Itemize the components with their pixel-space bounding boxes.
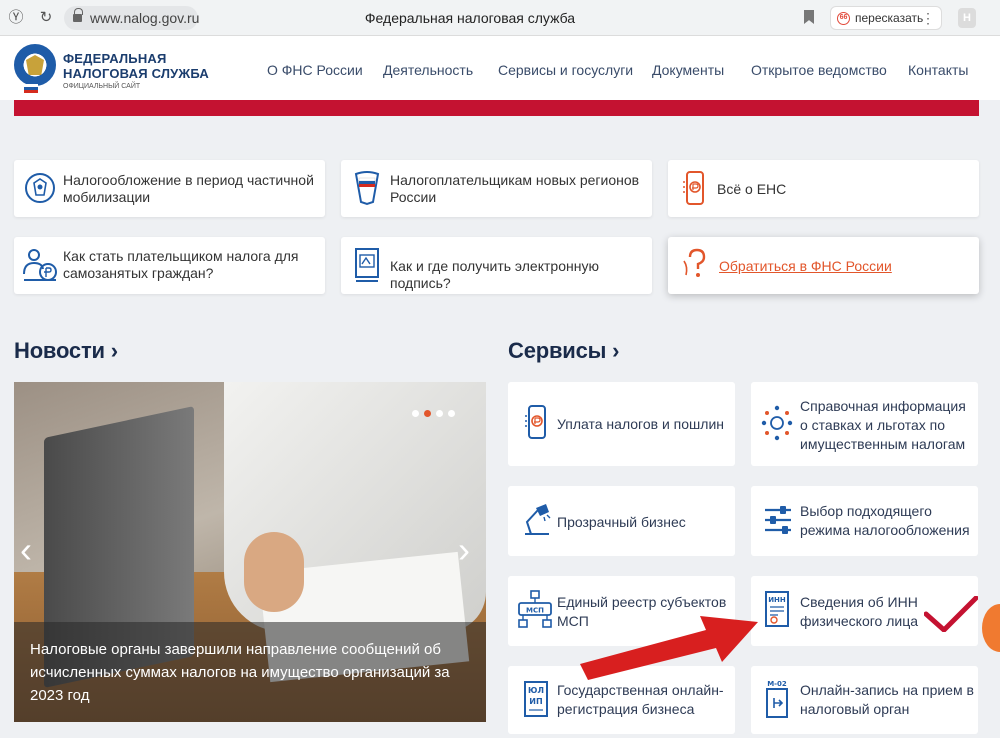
logo-subtitle: ОФИЦИАЛЬНЫЙ САЙТ [63, 83, 141, 90]
chevron-right-icon[interactable]: › [458, 532, 478, 568]
chevron-right-icon: › [104, 338, 118, 363]
slider-dot[interactable] [424, 410, 431, 417]
service-tax-regime-choice[interactable]: Выбор подходящего режима налогообложения [751, 486, 978, 556]
slider-dot[interactable] [412, 410, 419, 417]
lamp-icon [525, 504, 551, 535]
side-widget-button[interactable] [982, 604, 1000, 652]
nav-open-agency[interactable]: Открытое ведомство [751, 62, 887, 78]
document-signature-icon [355, 248, 379, 282]
reload-icon[interactable]: ↻ [36, 8, 56, 28]
slider-dot[interactable] [436, 410, 443, 417]
service-online-appointment[interactable]: М-02 Онлайн-запись на прием в налоговый … [751, 666, 978, 734]
quick-link-new-regions[interactable]: Налогоплательщикам новых регионов России [341, 160, 652, 217]
emblem-dots-icon [761, 405, 793, 441]
service-label: Выбор подходящего режима налогообложения [800, 503, 970, 538]
quick-link-mobilization[interactable]: Налогообложение в период частичной мобил… [14, 160, 325, 217]
flag-shield-icon [354, 171, 380, 206]
checkmark-icon [924, 596, 978, 632]
service-label: Государственная онлайн-регистрация бизне… [557, 682, 724, 717]
profile-button[interactable]: Н [958, 8, 976, 28]
quick-link-label: Всё о ЕНС [717, 181, 787, 197]
emblem-icon [25, 173, 55, 203]
site-header: ФЕДЕРАЛЬНАЯ НАЛОГОВАЯ СЛУЖБА ОФИЦИАЛЬНЫЙ… [0, 36, 1000, 100]
russian-flag-icon [24, 84, 38, 93]
quick-link-e-signature[interactable]: Как и где получить электронную подпись? [341, 237, 652, 294]
nav-services[interactable]: Сервисы и госуслуги [498, 62, 633, 78]
chevron-right-icon: › [606, 338, 620, 363]
quick-link-label: Обратиться в ФНС России [719, 258, 892, 274]
nav-documents[interactable]: Документы [652, 62, 724, 78]
service-label: Прозрачный бизнес [557, 514, 686, 530]
fns-emblem-icon[interactable] [14, 44, 56, 86]
service-label: Сведения об ИНН физического лица [800, 594, 918, 629]
news-slider[interactable]: ‹ › Налоговые органы завершили направлен… [14, 382, 486, 722]
quick-link-label: Как и где получить электронную подпись? [390, 258, 599, 291]
nav-about[interactable]: О ФНС России [267, 62, 363, 78]
news-title-text: Новости [14, 338, 105, 363]
service-transparent-business[interactable]: Прозрачный бизнес [508, 486, 735, 556]
sliders-icon [765, 506, 791, 534]
retell-label: пересказать [855, 11, 924, 25]
lock-icon [73, 8, 83, 23]
browser-page-title: Федеральная налоговая служба [364, 10, 576, 26]
logo-text-line2[interactable]: НАЛОГОВАЯ СЛУЖБА [63, 66, 209, 81]
ul-icon-label: ЮЛ [528, 686, 544, 695]
phone-ruble-icon [683, 171, 704, 205]
phone-ruble-icon [525, 405, 546, 439]
nav-contacts[interactable]: Контакты [908, 62, 968, 78]
red-arrow-annotation [580, 616, 758, 680]
address-bar[interactable]: www.nalog.gov.ru [64, 6, 200, 30]
top-banner[interactable] [14, 100, 979, 116]
services-title-text: Сервисы [508, 338, 607, 363]
services-section-title[interactable]: Сервисы › [508, 338, 619, 364]
quick-link-contact-fns[interactable]: Обратиться в ФНС России [668, 237, 979, 294]
inn-icon-label: ИНН [768, 596, 786, 604]
news-headline: Налоговые органы завершили направление с… [30, 641, 450, 704]
quick-link-self-employed[interactable]: Как стать плательщиком налога для самоза… [14, 237, 325, 294]
url-text: www.nalog.gov.ru [90, 10, 200, 26]
more-menu-icon[interactable]: ⋮ [920, 8, 936, 28]
service-tax-payment[interactable]: Уплата налогов и пошлин [508, 382, 735, 466]
quick-link-ens[interactable]: Всё о ЕНС [668, 160, 979, 217]
m02-icon-label: М-02 [767, 680, 787, 688]
slider-dot[interactable] [448, 410, 455, 417]
question-icon [683, 248, 706, 277]
logo-text-line1[interactable]: ФЕДЕРАЛЬНАЯ [63, 51, 167, 66]
chevron-left-icon[interactable]: ‹ [20, 532, 40, 568]
quick-link-label: Налогоплательщикам новых регионов России [390, 172, 640, 205]
ul-ip-document-icon: ЮЛ ИП [524, 681, 548, 717]
browser-toolbar: Ⓨ ↻ www.nalog.gov.ru Федеральная налогов… [0, 0, 1000, 36]
service-label: Уплата налогов и пошлин [557, 416, 724, 432]
quick-link-label: Как стать плательщиком налога для самоза… [63, 248, 299, 281]
bookmark-icon[interactable] [804, 10, 814, 24]
retell-icon: 66 [837, 12, 850, 25]
person-ruble-icon [23, 249, 57, 281]
nav-activity[interactable]: Деятельность [383, 62, 473, 78]
inn-document-icon: ИНН [765, 591, 789, 627]
service-property-tax-info[interactable]: Справочная информация о ставках и льгота… [751, 382, 978, 466]
news-caption[interactable]: Налоговые органы завершили направление с… [14, 622, 486, 722]
m02-document-icon: М-02 [766, 680, 788, 718]
msp-network-icon: МСП [518, 590, 552, 628]
news-section-title[interactable]: Новости › [14, 338, 118, 364]
yandex-logo-icon[interactable]: Ⓨ [6, 8, 26, 28]
service-label: Справочная информация о ставках и льгота… [800, 398, 966, 452]
quick-link-label: Налогообложение в период частичной мобил… [63, 172, 314, 205]
service-label: Онлайн-запись на прием в налоговый орган [800, 682, 974, 717]
ip-icon-label: ИП [529, 697, 542, 706]
msp-icon-label: МСП [526, 607, 544, 615]
